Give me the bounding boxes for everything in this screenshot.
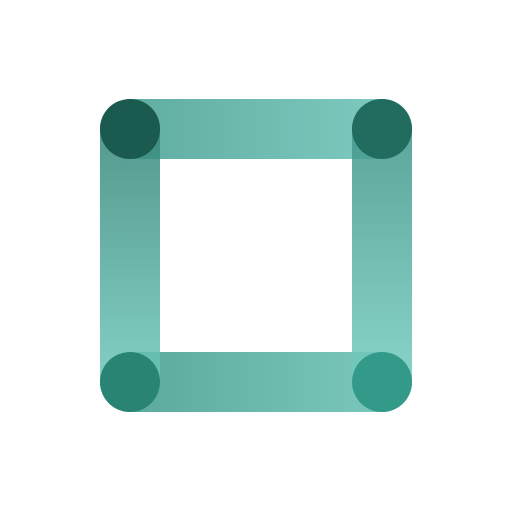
canvas <box>0 0 512 512</box>
corner-top-left <box>100 99 160 159</box>
corner-bottom-left <box>100 352 160 412</box>
square-outline-logo-icon <box>100 99 412 412</box>
corner-bottom-right <box>352 352 412 412</box>
corner-top-right <box>352 99 412 159</box>
